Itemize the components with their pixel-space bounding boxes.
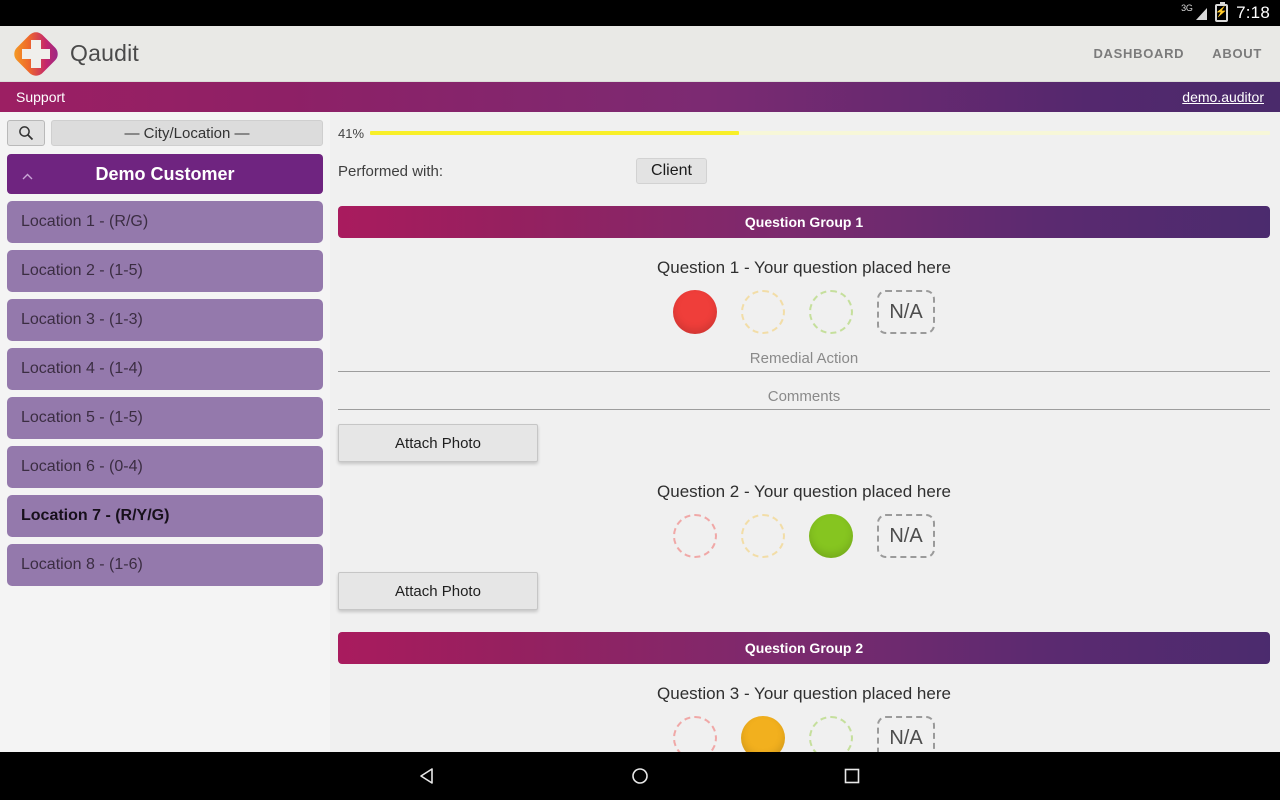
answer-options: N/A xyxy=(338,716,1270,752)
location-list: Location 1 - (R/G) Location 2 - (1-5) Lo… xyxy=(7,201,323,586)
remedial-action-input[interactable]: Remedial Action xyxy=(338,346,1270,372)
performed-with-button[interactable]: Client xyxy=(636,158,707,184)
progress-percent-label: 41% xyxy=(338,125,365,141)
comments-input[interactable]: Comments xyxy=(338,384,1270,410)
sidebar-search-row: — City/Location — xyxy=(7,120,323,146)
location-label: Location 3 - (1-3) xyxy=(21,311,143,328)
option-yellow[interactable] xyxy=(741,290,785,334)
question-block: Question 2 - Your question placed here N… xyxy=(338,462,1270,610)
option-yellow[interactable] xyxy=(741,716,785,752)
sidebar: — City/Location — Demo Customer Location… xyxy=(0,112,330,752)
option-na[interactable]: N/A xyxy=(877,290,935,334)
battery-charging-icon: ⚡ xyxy=(1215,2,1229,22)
performed-with-label: Performed with: xyxy=(338,162,444,180)
chevron-up-icon xyxy=(21,168,34,181)
location-label: Location 7 - (R/Y/G) xyxy=(21,507,170,524)
question-title: Question 3 - Your question placed here xyxy=(657,684,951,703)
answer-options: N/A xyxy=(338,290,1270,334)
city-location-select[interactable]: — City/Location — xyxy=(51,120,323,146)
list-item[interactable]: Location 1 - (R/G) xyxy=(7,201,323,243)
option-na[interactable]: N/A xyxy=(877,716,935,752)
app-header: Qaudit DASHBOARD ABOUT xyxy=(0,26,1280,82)
location-label: Location 1 - (R/G) xyxy=(21,213,149,230)
top-nav: DASHBOARD ABOUT xyxy=(1093,46,1262,61)
question-block: Question 3 - Your question placed here N… xyxy=(338,664,1270,752)
nav-about[interactable]: ABOUT xyxy=(1212,46,1262,61)
network-type-label: 3G xyxy=(1181,3,1193,13)
android-device-screen: 3G ⚡ 7:18 Qaudit DASHBOARD ABOUT Support… xyxy=(0,0,1280,800)
option-red[interactable] xyxy=(673,514,717,558)
remedial-action-placeholder: Remedial Action xyxy=(749,350,859,367)
home-circle-icon[interactable] xyxy=(629,765,651,787)
location-label: Location 6 - (0-4) xyxy=(21,458,143,475)
support-bar: Support demo.auditor xyxy=(0,82,1280,112)
list-item[interactable]: Location 2 - (1-5) xyxy=(7,250,323,292)
customer-group-header[interactable]: Demo Customer xyxy=(7,154,323,194)
status-bar-clock: 7:18 xyxy=(1236,3,1270,22)
question-group-header[interactable]: Question Group 1 xyxy=(338,206,1270,238)
option-yellow[interactable] xyxy=(741,514,785,558)
search-icon[interactable] xyxy=(7,120,45,146)
option-na[interactable]: N/A xyxy=(877,514,935,558)
list-item[interactable]: Location 6 - (0-4) xyxy=(7,446,323,488)
performed-with-row: Performed with: Client xyxy=(338,158,1270,184)
signal-3g-icon: 3G xyxy=(1181,3,1208,22)
audit-form-panel: 41% Performed with: Client Question Grou… xyxy=(330,112,1280,752)
android-status-bar: 3G ⚡ 7:18 xyxy=(0,0,1280,26)
list-item[interactable]: Location 3 - (1-3) xyxy=(7,299,323,341)
location-label: Location 8 - (1-6) xyxy=(21,556,143,573)
app-title: Qaudit xyxy=(70,40,139,66)
progress-bar xyxy=(370,131,1270,135)
progress-bar-fill xyxy=(370,131,740,135)
recents-square-icon[interactable] xyxy=(841,765,863,787)
nav-dashboard[interactable]: DASHBOARD xyxy=(1093,46,1184,61)
content-area: — City/Location — Demo Customer Location… xyxy=(0,112,1280,752)
list-item[interactable]: Location 8 - (1-6) xyxy=(7,544,323,586)
list-item-selected[interactable]: Location 7 - (R/Y/G) xyxy=(7,495,323,537)
attach-photo-button[interactable]: Attach Photo xyxy=(338,572,538,610)
question-title: Question 2 - Your question placed here xyxy=(657,482,951,501)
question-block: Question 1 - Your question placed here N… xyxy=(338,238,1270,462)
answer-options: N/A xyxy=(338,514,1270,558)
city-location-value: — City/Location — xyxy=(124,124,250,142)
signal-bars-icon xyxy=(1196,8,1208,20)
progress-row: 41% xyxy=(338,122,1270,144)
support-link[interactable]: Support xyxy=(16,89,65,105)
attach-photo-button[interactable]: Attach Photo xyxy=(338,424,538,462)
customer-name: Demo Customer xyxy=(95,163,235,184)
list-item[interactable]: Location 5 - (1-5) xyxy=(7,397,323,439)
option-red[interactable] xyxy=(673,716,717,752)
question-title: Question 1 - Your question placed here xyxy=(657,258,951,277)
qaudit-diamond-plus-logo xyxy=(10,28,62,80)
comments-placeholder: Comments xyxy=(767,388,841,405)
location-label: Location 2 - (1-5) xyxy=(21,262,143,279)
current-user-link[interactable]: demo.auditor xyxy=(1182,89,1264,105)
option-green[interactable] xyxy=(809,514,853,558)
location-label: Location 4 - (1-4) xyxy=(21,360,143,377)
option-red[interactable] xyxy=(673,290,717,334)
android-nav-bar xyxy=(0,752,1280,800)
option-green[interactable] xyxy=(809,716,853,752)
question-group-header[interactable]: Question Group 2 xyxy=(338,632,1270,664)
back-triangle-icon[interactable] xyxy=(417,765,439,787)
location-label: Location 5 - (1-5) xyxy=(21,409,143,426)
list-item[interactable]: Location 4 - (1-4) xyxy=(7,348,323,390)
bolt-glyph: ⚡ xyxy=(1215,7,1228,18)
option-green[interactable] xyxy=(809,290,853,334)
